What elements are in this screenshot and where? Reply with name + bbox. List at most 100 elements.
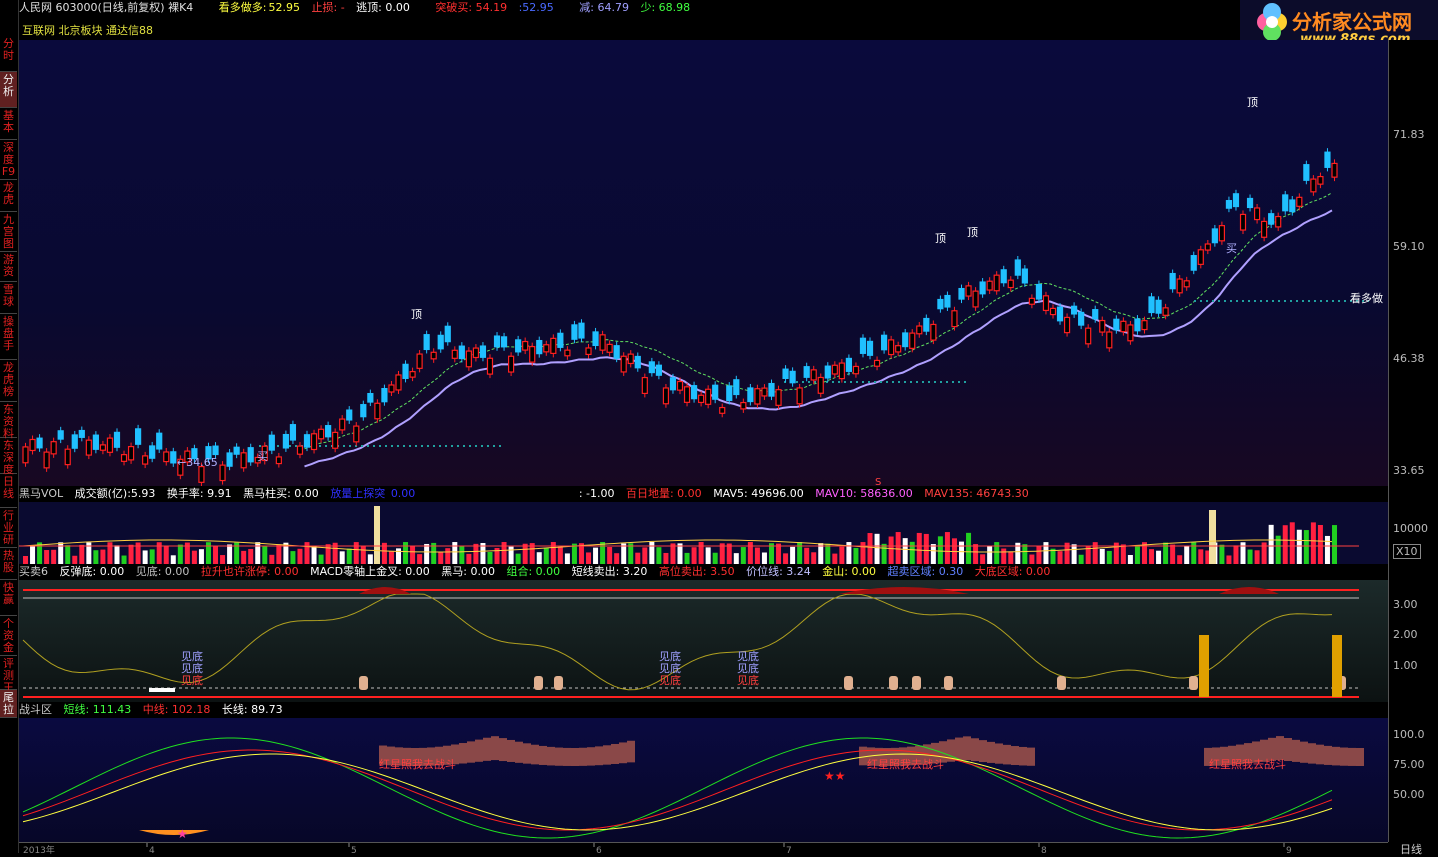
candle-body [965, 285, 972, 297]
candle-body [522, 340, 529, 351]
candle-body [1134, 318, 1141, 332]
bottom-fill [139, 830, 209, 835]
signal-marker [534, 676, 543, 690]
candle-body [127, 445, 135, 461]
look-long-label: 看多做 [1350, 291, 1383, 305]
candle-body [606, 343, 613, 353]
sidebar-item-8[interactable]: 操盘手 [0, 314, 17, 360]
candle-body [1049, 307, 1057, 316]
stock-title: 人民网 603000(日线,前复权) 裸K4 [19, 1, 194, 14]
sidebar-item-6[interactable]: 游资 [0, 252, 17, 282]
candle-body [1253, 207, 1261, 221]
buy-signal-label: 买 [1226, 242, 1237, 255]
bt-tick-100: 100.0 [1393, 728, 1425, 741]
volume-bar [649, 542, 655, 564]
battle-histogram-bar [1003, 744, 1011, 765]
sidebar-item-14[interactable]: 热股 [0, 548, 17, 580]
bs-pullup: 拉升也许涨停: 0.00 [200, 565, 299, 578]
sidebar-item-2[interactable]: 基本 [0, 108, 17, 140]
candle-body [507, 355, 515, 373]
battle-chart: 红星照我去战斗 红星照我去战斗 红星照我去战斗 ★★ ★ [19, 718, 1388, 842]
volume-bar [1310, 522, 1316, 564]
sidebar-item-0[interactable]: 分时 [0, 36, 17, 72]
sidebar-item-16[interactable]: 个资金 [0, 616, 17, 656]
less-text: 少: 68.98 [640, 1, 691, 14]
buy-signal-label: 买 [257, 450, 268, 463]
main-y-axis: 71.83 59.10 46.38 33.65 [1388, 40, 1438, 486]
candle-body [698, 394, 705, 404]
bs-price-line: 价位线: 3.24 [746, 565, 811, 578]
candle-body [817, 376, 824, 394]
battle-histogram-bar [587, 747, 595, 766]
candle-body [747, 387, 754, 403]
candle-body [430, 351, 437, 360]
volume-bar [156, 542, 162, 564]
volume-bar [733, 553, 739, 564]
sidebar-item-17[interactable]: 评测王 [0, 656, 17, 694]
candle-body [1085, 327, 1092, 345]
candle-body [627, 353, 634, 365]
candle-body [768, 382, 775, 397]
candle-body [803, 366, 810, 378]
sidebar-item-10[interactable]: 东资料 [0, 402, 17, 440]
sidebar-item-9[interactable]: 龙虎榜 [0, 360, 17, 402]
signal-bar [1199, 635, 1209, 697]
candle-body [845, 357, 853, 372]
battle-header: 战斗区 短线: 111.43 中线: 102.18 长线: 89.73 [19, 702, 1388, 718]
volume-bar [248, 548, 254, 564]
volume-bar [1219, 544, 1225, 564]
volume-bar [149, 549, 155, 564]
sidebar-item-15[interactable]: 快赢 [0, 580, 17, 616]
volume-bar [438, 551, 444, 564]
candle-body [979, 281, 986, 295]
volume-bar [177, 544, 183, 564]
vol-mav5: MAV5: 49696.00 [713, 487, 804, 500]
bt-tick-75: 75.00 [1393, 758, 1425, 771]
candle-body [1268, 213, 1275, 225]
sidebar-item-1[interactable]: 分析 [0, 72, 17, 108]
top-signal-label: 顶 [1247, 96, 1258, 109]
sidebar-item-12[interactable]: 日线 [0, 474, 17, 508]
sidebar-item-3[interactable]: 深度F9 [0, 140, 17, 180]
candle-body [1071, 305, 1078, 315]
vol-probe-val: 0.00 [390, 487, 416, 500]
sidebar-item-13[interactable]: 行业研 [0, 508, 17, 548]
volume-bar [783, 553, 789, 564]
sidebar-item-7[interactable]: 雪球 [0, 282, 17, 314]
candle-body [465, 350, 472, 368]
volume-bar [712, 552, 718, 564]
sidebar-item-4[interactable]: 龙虎 [0, 180, 17, 212]
volume-bar [593, 547, 599, 564]
volume-bar [311, 545, 317, 564]
battle-histogram-bar [571, 747, 579, 766]
sidebar-item-18[interactable]: 尾拉 [0, 690, 17, 718]
ma-line [304, 209, 1333, 468]
candle-body [437, 334, 444, 350]
battle-histogram-bar [1027, 747, 1035, 766]
bottom-signal-label: 见底 [659, 649, 681, 663]
sidebar-item-11[interactable]: 东深度 [0, 438, 17, 476]
battle-histogram-bar [547, 746, 555, 766]
battle-histogram-bar [995, 743, 1003, 764]
candle-body [479, 345, 487, 358]
volume-bar [937, 536, 943, 564]
candle-body [493, 335, 501, 348]
escape-text: 逃顶: 0.00 [356, 1, 410, 14]
volume-bar [1029, 554, 1035, 564]
candle-body [353, 425, 360, 443]
candle-body [1063, 316, 1071, 334]
sidebar-item-5[interactable]: 九宫图 [0, 212, 17, 252]
candle-body [226, 452, 233, 467]
candle-body [585, 347, 592, 356]
candle-body [1028, 297, 1035, 305]
vol-y-axis: 10000 X10 [1388, 486, 1438, 564]
battle-histogram-bar [563, 747, 571, 766]
volume-bar [121, 555, 127, 564]
bottom-signal-label: 见底 [737, 649, 759, 663]
candle-body [22, 446, 29, 464]
candle-body [873, 359, 881, 367]
top-signal-label: 顶 [967, 226, 978, 239]
volume-bar [895, 532, 901, 564]
battle-histogram-bar [579, 747, 587, 766]
volume-spike [374, 506, 380, 564]
